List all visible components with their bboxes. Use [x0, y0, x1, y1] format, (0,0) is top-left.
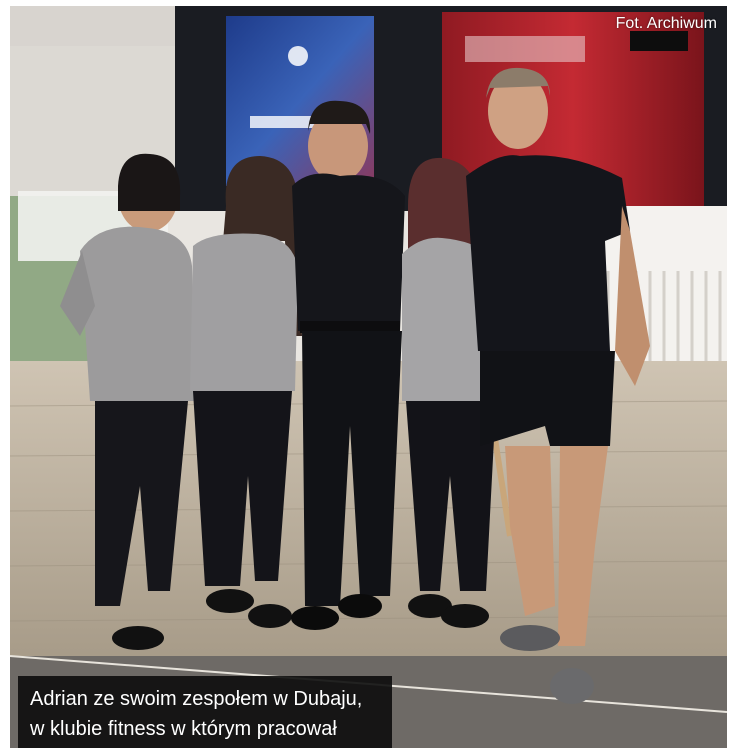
caption-line-2: w klubie fitness w którym pracował — [30, 718, 337, 740]
photo-caption: Adrian ze swoim zespołem w Dubaju, w klu… — [18, 676, 392, 748]
team-photo-illustration — [10, 6, 727, 748]
caption-line-1: Adrian ze swoim zespołem w Dubaju, — [30, 688, 363, 710]
photo: Fot. Archiwum Adrian ze swoim zespołem w… — [10, 6, 727, 748]
photo-credit: Fot. Archiwum — [615, 15, 717, 32]
